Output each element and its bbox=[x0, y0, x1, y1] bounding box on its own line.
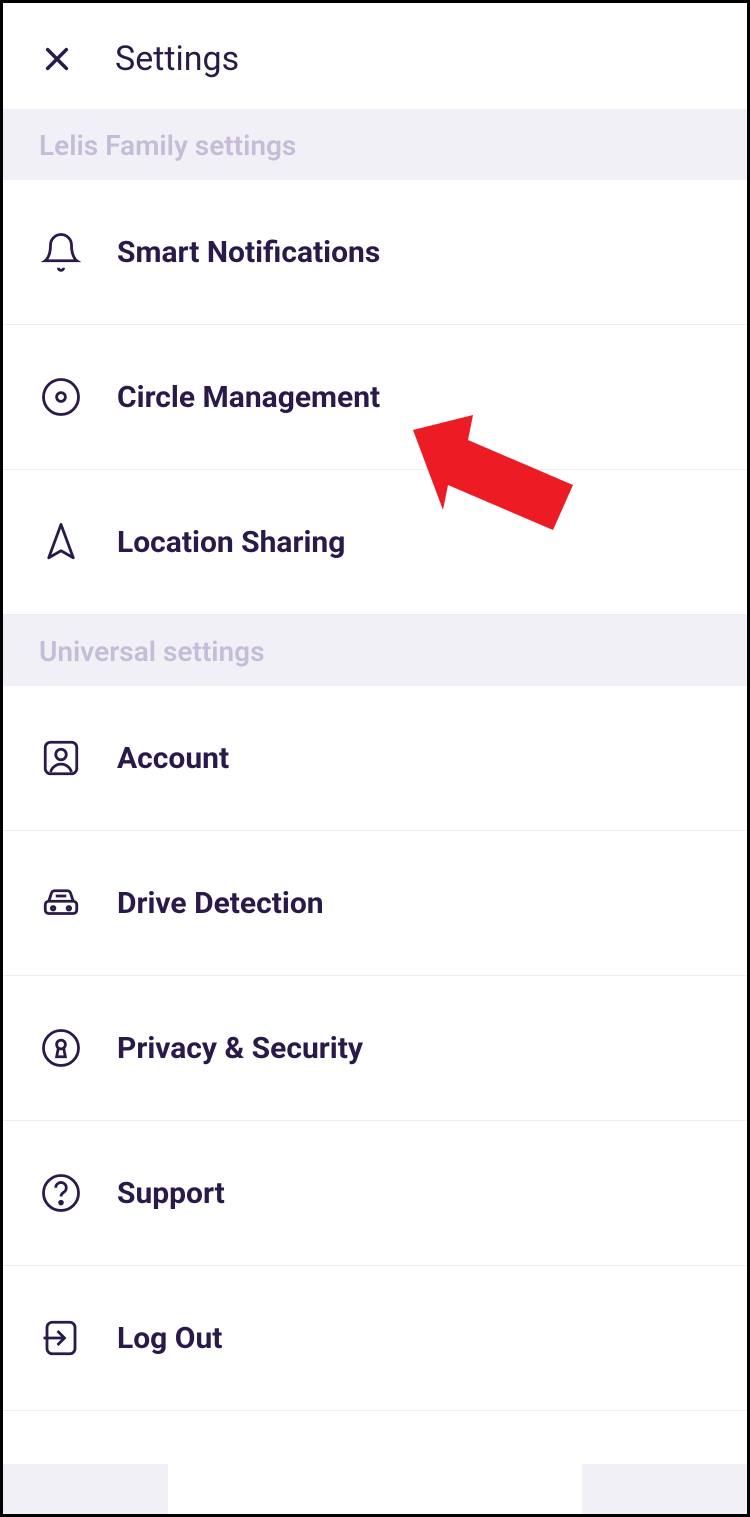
section-header-family: Lelis Family settings bbox=[3, 109, 747, 180]
item-label: Log Out bbox=[117, 1321, 222, 1356]
close-icon bbox=[43, 45, 71, 73]
logout-icon bbox=[39, 1316, 83, 1360]
item-label: Circle Management bbox=[117, 380, 380, 415]
circle-icon bbox=[39, 375, 83, 419]
header: Settings bbox=[3, 3, 747, 109]
page-title: Settings bbox=[115, 39, 239, 79]
close-button[interactable] bbox=[39, 41, 75, 77]
car-icon bbox=[39, 881, 83, 925]
settings-item-drive-detection[interactable]: Drive Detection bbox=[3, 831, 747, 976]
settings-item-location-sharing[interactable]: Location Sharing bbox=[3, 470, 747, 615]
settings-item-smart-notifications[interactable]: Smart Notifications bbox=[3, 180, 747, 325]
settings-item-account[interactable]: Account bbox=[3, 686, 747, 831]
account-icon bbox=[39, 736, 83, 780]
item-label: Privacy & Security bbox=[117, 1031, 363, 1066]
item-label: Support bbox=[117, 1176, 225, 1211]
settings-item-circle-management[interactable]: Circle Management bbox=[3, 325, 747, 470]
settings-item-privacy-security[interactable]: Privacy & Security bbox=[3, 976, 747, 1121]
nav-arrow-icon bbox=[39, 520, 83, 564]
item-label: Smart Notifications bbox=[117, 235, 380, 270]
item-label: Drive Detection bbox=[117, 886, 324, 921]
settings-item-support[interactable]: Support bbox=[3, 1121, 747, 1266]
bottom-bar bbox=[3, 1464, 747, 1514]
section-header-universal: Universal settings bbox=[3, 615, 747, 686]
item-label: Account bbox=[117, 741, 229, 776]
bell-icon bbox=[39, 230, 83, 274]
item-label: Location Sharing bbox=[117, 525, 345, 560]
question-icon bbox=[39, 1171, 83, 1215]
keyhole-icon bbox=[39, 1026, 83, 1070]
settings-item-log-out[interactable]: Log Out bbox=[3, 1266, 747, 1411]
